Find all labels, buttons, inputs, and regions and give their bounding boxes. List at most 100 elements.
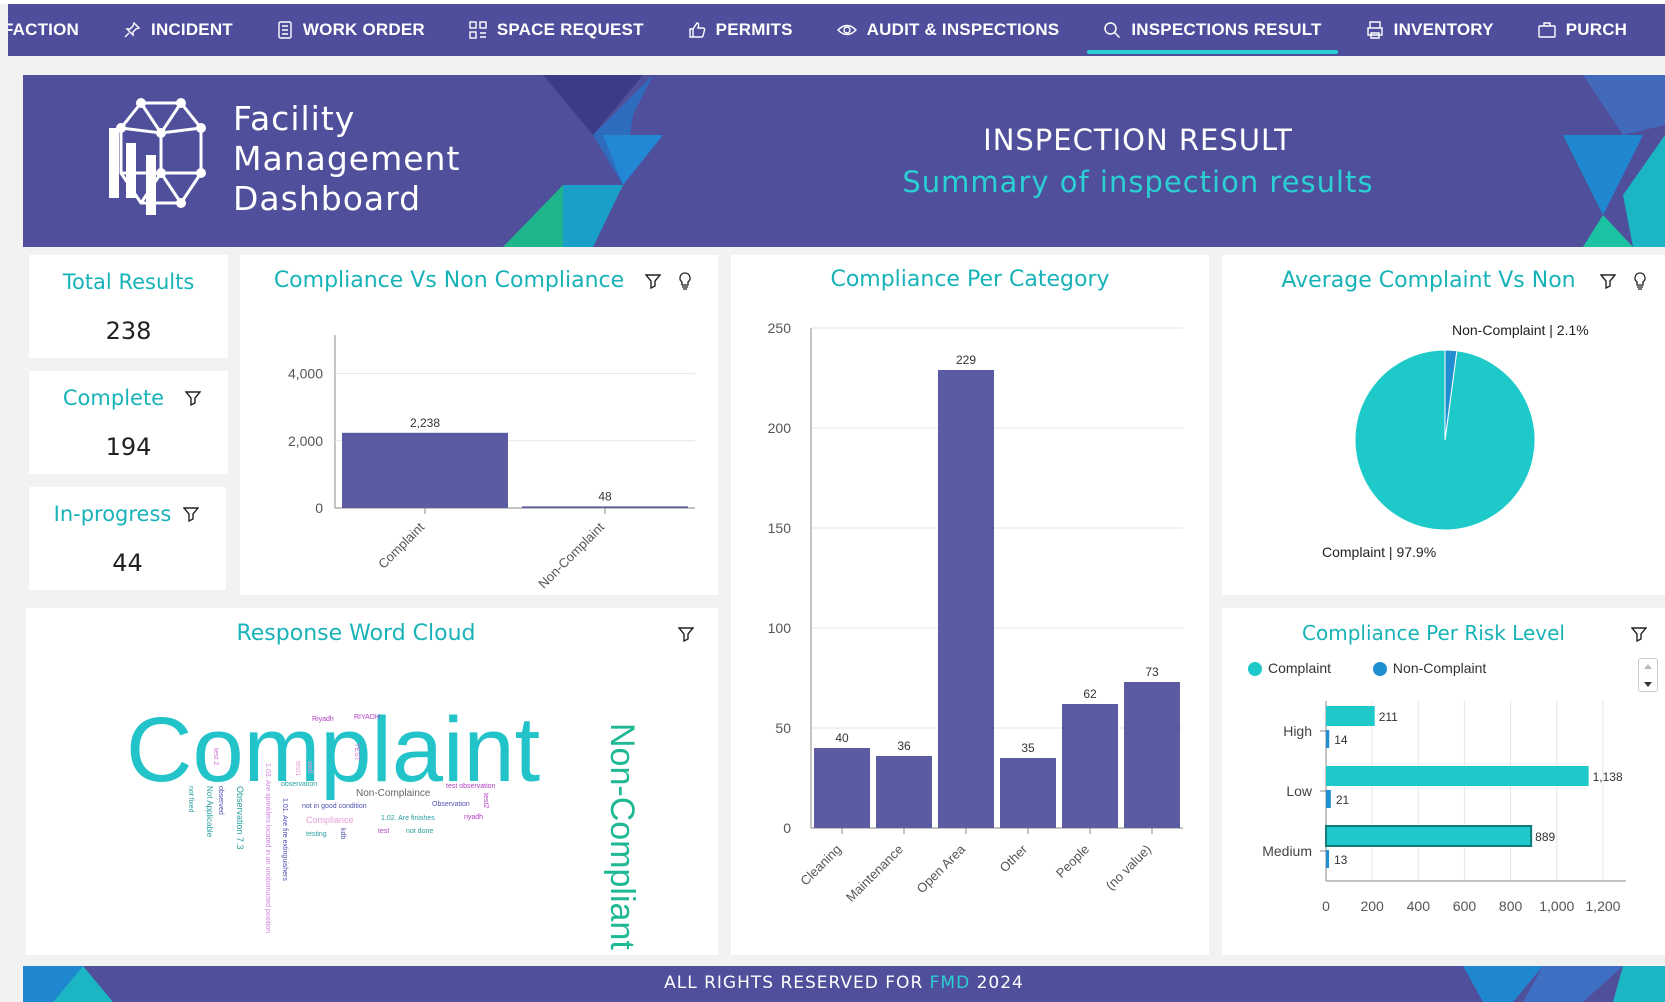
word-small: observation xyxy=(281,781,317,788)
thumbs-up-icon xyxy=(688,22,705,38)
footer: ALL RIGHTS RESERVED FOR FMD 2024 xyxy=(23,966,1665,1002)
card-title: Compliance Per Risk Level xyxy=(1302,621,1565,645)
card-average-complaint: Average Complaint Vs Non Non-Complaint |… xyxy=(1222,255,1665,595)
slice-label: Non-Complaint | 2.1% xyxy=(1452,322,1589,338)
x-tick-label: 1,200 xyxy=(1585,898,1620,914)
filter-icon[interactable] xyxy=(1631,626,1647,642)
x-tick-label: Complaint xyxy=(375,519,427,571)
word-small: Observation 7.3 xyxy=(235,786,245,850)
y-tick-label: Low xyxy=(1286,783,1313,799)
kpi-complete: Complete 194 xyxy=(29,371,228,474)
word-small: riyadh xyxy=(464,814,483,821)
tab-label: AUDIT & INSPECTIONS xyxy=(866,20,1060,39)
data-label: 889 xyxy=(1535,830,1555,844)
tab-satisfaction[interactable]: FACTION xyxy=(8,4,101,56)
complaint-pie-chart: Non-Complaint | 2.1% Complaint | 97.9% xyxy=(1322,322,1589,560)
word-small: not in good condition xyxy=(302,803,367,810)
kpi-in-progress: In-progress 44 xyxy=(29,487,226,590)
bar-complaint xyxy=(1326,706,1375,726)
word-small: not done xyxy=(406,828,433,835)
word-small: not fixed xyxy=(187,786,194,813)
card-title: Average Complaint Vs Non xyxy=(1281,268,1576,293)
y-tick-label: 4,000 xyxy=(288,366,323,382)
compliance-bar-chart: 0 2,000 4,000 2,238 Complaint 48 Non-Complaint xyxy=(288,335,695,591)
data-label: 2,238 xyxy=(410,416,440,430)
word-small: test1 xyxy=(294,761,301,776)
data-label: 1,138 xyxy=(1593,770,1623,784)
tab-label: WORK ORDER xyxy=(302,20,425,39)
bar-non-complaint xyxy=(1326,850,1329,868)
x-tick-label: 200 xyxy=(1360,898,1384,914)
y-tick-label: 150 xyxy=(768,520,792,536)
tab-audit-inspections[interactable]: AUDIT & INSPECTIONS xyxy=(815,4,1082,56)
card-title: Response Word Cloud xyxy=(236,621,476,646)
page-title: INSPECTION RESULT xyxy=(983,123,1293,157)
x-tick-label: People xyxy=(1053,842,1092,881)
tab-purchase[interactable]: PURCH xyxy=(1516,4,1649,56)
filter-icon[interactable] xyxy=(185,390,201,406)
word-small: RIYADH xyxy=(354,714,380,721)
kpi-total-results: Total Results 238 xyxy=(29,255,228,358)
bar xyxy=(1062,704,1118,828)
word-vertical: Non-Compliant xyxy=(603,723,641,950)
tab-inventory[interactable]: INVENTORY xyxy=(1344,4,1516,56)
tab-permits[interactable]: PERMITS xyxy=(666,4,815,56)
chevron-up-icon[interactable] xyxy=(1639,659,1657,673)
x-tick-label: (no value) xyxy=(1103,842,1154,893)
filter-icon[interactable] xyxy=(183,506,199,522)
footer-text: ALL RIGHTS RESERVED FOR FMD 2024 xyxy=(23,973,1665,993)
kpi-label: Total Results xyxy=(62,270,195,294)
y-tick-label: 250 xyxy=(768,320,792,336)
chevron-down-icon[interactable] xyxy=(1639,678,1657,692)
tab-work-order[interactable]: WORK ORDER xyxy=(255,4,447,56)
bar-complaint xyxy=(1326,766,1589,786)
x-tick-label: Cleaning xyxy=(797,842,844,889)
bar xyxy=(1000,758,1056,828)
printer-icon xyxy=(1366,21,1383,39)
card-compliance-risk-level: Compliance Per Risk Level Complaint Non-… xyxy=(1222,608,1665,955)
word-small: Observation xyxy=(432,801,470,808)
footer-prefix: ALL RIGHTS RESERVED FOR xyxy=(664,973,924,993)
tab-label: INCIDENT xyxy=(151,20,233,39)
card-title: Compliance Per Category xyxy=(830,267,1110,292)
word-small: TEST xyxy=(353,743,360,762)
legend-item-non-complaint[interactable]: Non-Complaint xyxy=(1372,660,1487,677)
word-small: Not Applicable xyxy=(205,786,214,838)
tab-space-request[interactable]: SPACE REQUEST xyxy=(447,4,666,56)
tab-label: INVENTORY xyxy=(1393,20,1494,39)
filter-icon[interactable] xyxy=(1600,273,1616,289)
card-title: Compliance Vs Non Compliance xyxy=(273,268,625,293)
word-small-decor: 1.03. Are sprinklers located in an unobs… xyxy=(264,763,271,933)
lightbulb-icon[interactable] xyxy=(1632,272,1648,290)
x-tick-label: 1,000 xyxy=(1539,898,1574,914)
filter-icon[interactable] xyxy=(678,626,694,642)
legend-scroll[interactable] xyxy=(1638,658,1658,692)
y-tick-label: High xyxy=(1283,723,1312,739)
briefcase-icon xyxy=(1538,22,1556,38)
logo-line: Management xyxy=(233,139,461,178)
legend-item-complaint[interactable]: Complaint xyxy=(1248,660,1332,677)
data-label: 73 xyxy=(1145,665,1159,679)
tab-label: SPACE REQUEST xyxy=(496,20,644,39)
card-word-cloud: Response Word Cloud Complaint Non-Compli… xyxy=(26,608,718,955)
legend-label: Complaint xyxy=(1268,660,1332,676)
word-small: test2 xyxy=(482,793,489,808)
x-tick-label: Maintenance xyxy=(843,842,906,905)
data-label: 62 xyxy=(1083,687,1097,701)
word-small: test 2 xyxy=(212,748,219,765)
lightbulb-icon[interactable] xyxy=(677,272,693,290)
tab-incident[interactable]: INCIDENT xyxy=(101,4,255,56)
y-tick-label: 50 xyxy=(775,720,791,736)
grid-icon xyxy=(469,21,487,39)
legend-label: Non-Complaint xyxy=(1392,660,1487,676)
tab-inspections-result[interactable]: INSPECTIONS RESULT xyxy=(1081,4,1343,56)
filter-icon[interactable] xyxy=(645,273,661,289)
footer-year: 2024 xyxy=(976,973,1024,993)
document-list-icon xyxy=(278,21,292,39)
pin-icon xyxy=(124,21,141,38)
y-tick-label: 0 xyxy=(315,500,323,516)
x-tick-label: 0 xyxy=(1322,898,1330,914)
logo-line: Dashboard xyxy=(233,179,422,218)
word-small: testing xyxy=(306,831,327,838)
word-small: well xyxy=(306,760,313,774)
